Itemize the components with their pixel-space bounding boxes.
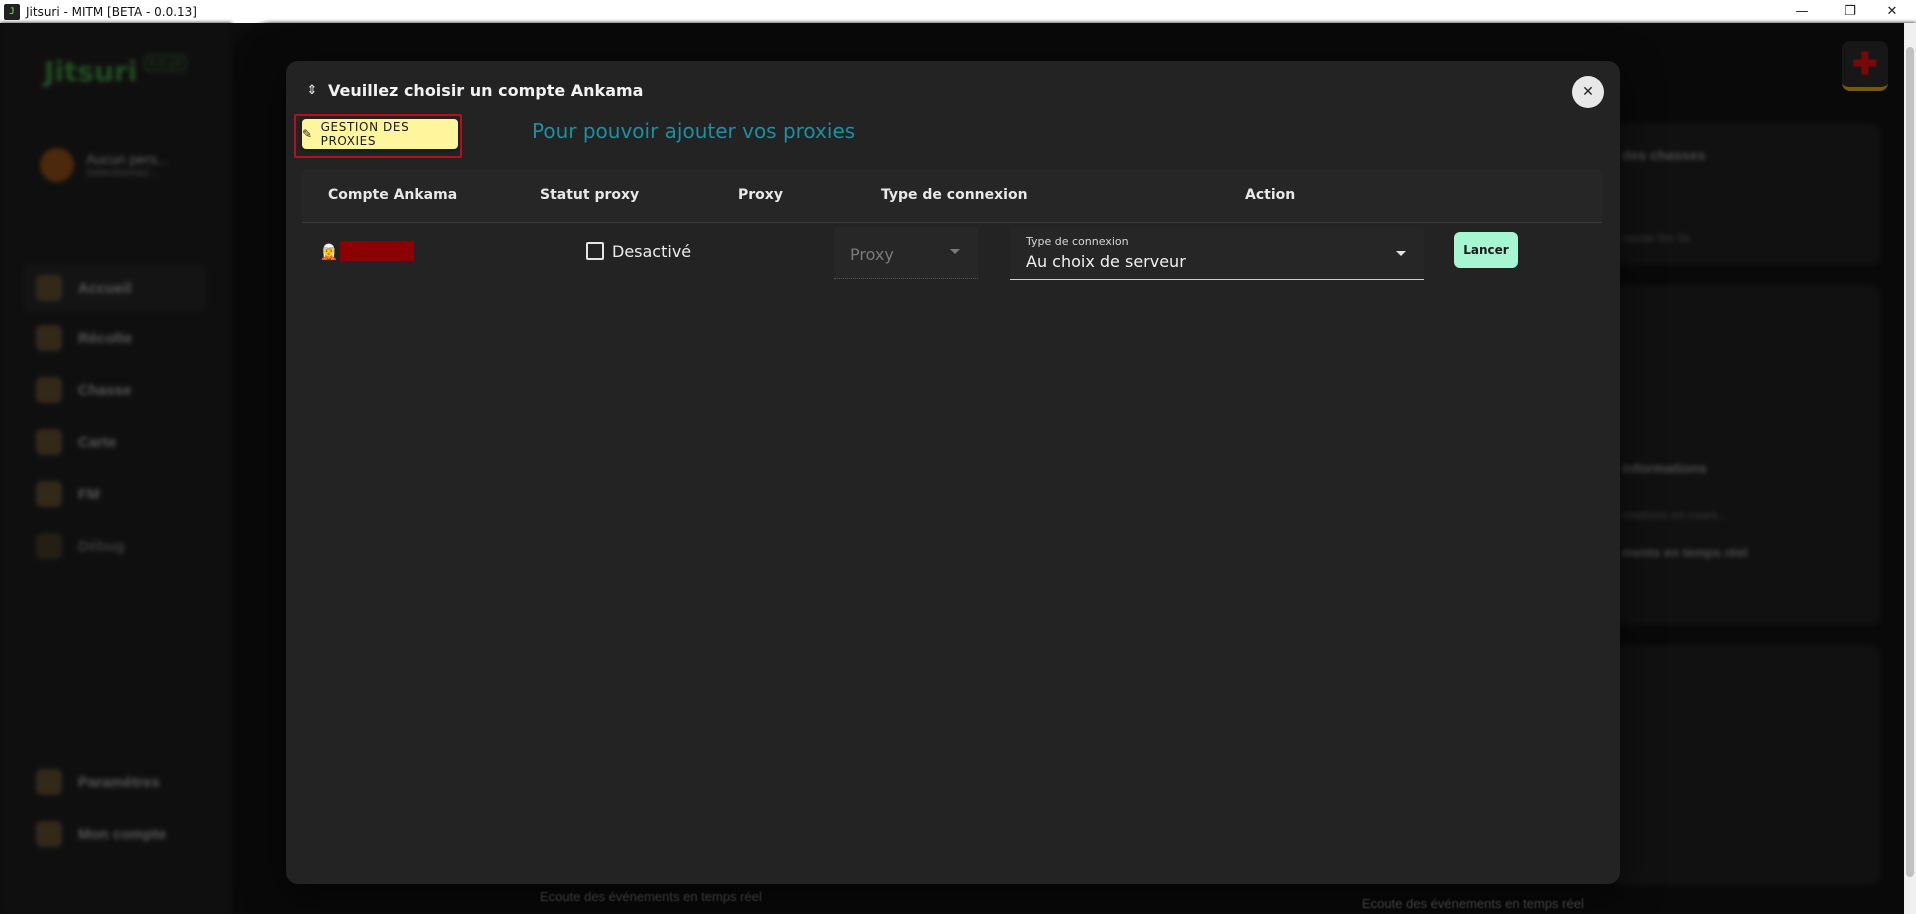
connection-type-select[interactable]: Type de connexion Au choix de serveur <box>1010 227 1424 280</box>
launch-button[interactable]: Lancer <box>1454 232 1518 268</box>
scrollbar-thumb[interactable] <box>1906 47 1914 877</box>
table-row: 🧝 Desactivé Proxy Type de connexion Au c… <box>302 223 1602 281</box>
column-header-account: Compte Ankama <box>328 187 458 203</box>
manage-proxies-label: GESTION DES PROXIES <box>320 120 410 148</box>
proxy-select[interactable]: Proxy <box>834 227 978 279</box>
pencil-icon: ✎ <box>302 127 313 141</box>
proxy-hint-text: Pour pouvoir ajouter vos proxies <box>532 119 856 143</box>
close-dialog-button[interactable]: ✕ <box>1572 76 1604 108</box>
close-window-button[interactable]: ✕ <box>1868 0 1916 23</box>
column-header-connection-type: Type de connexion <box>881 187 1028 203</box>
manage-proxies-button[interactable]: ✎ GESTION DES PROXIES <box>302 119 458 149</box>
minimize-button[interactable]: — <box>1778 0 1826 23</box>
window-titlebar: J Jitsuri - MITM [BETA - 0.0.13] — ❐ ✕ <box>0 0 1916 23</box>
scrollbar[interactable] <box>1904 23 1916 914</box>
column-header-proxy: Proxy <box>738 187 783 203</box>
account-name-redacted <box>340 241 414 261</box>
connection-type-label: Type de connexion <box>1026 235 1129 248</box>
column-header-proxy-status: Statut proxy <box>540 187 640 203</box>
account-chooser-dialog: ⇕ Veuillez choisir un compte Ankama ✕ ✎ … <box>286 61 1620 884</box>
table-header: Compte Ankama Statut proxy Proxy Type de… <box>302 169 1602 223</box>
proxy-enabled-checkbox[interactable] <box>586 242 604 260</box>
dropdown-arrow-icon <box>950 249 960 254</box>
connection-type-value: Au choix de serveur <box>1026 252 1186 271</box>
maximize-button[interactable]: ❐ <box>1826 0 1874 23</box>
dialog-header: ⇕ Veuillez choisir un compte Ankama <box>304 81 644 100</box>
proxy-status-label: Desactivé <box>612 242 692 261</box>
sort-icon: ⇕ <box>306 83 318 98</box>
column-header-action: Action <box>1245 187 1296 203</box>
account-avatar-icon: 🧝 <box>319 244 339 261</box>
app-icon: J <box>4 3 20 20</box>
accounts-table: Compte Ankama Statut proxy Proxy Type de… <box>302 169 1602 281</box>
dropdown-arrow-icon <box>1396 251 1406 256</box>
proxy-select-placeholder: Proxy <box>850 245 894 264</box>
window-title: Jitsuri - MITM [BETA - 0.0.13] <box>26 4 197 19</box>
dialog-title: Veuillez choisir un compte Ankama <box>328 81 644 100</box>
